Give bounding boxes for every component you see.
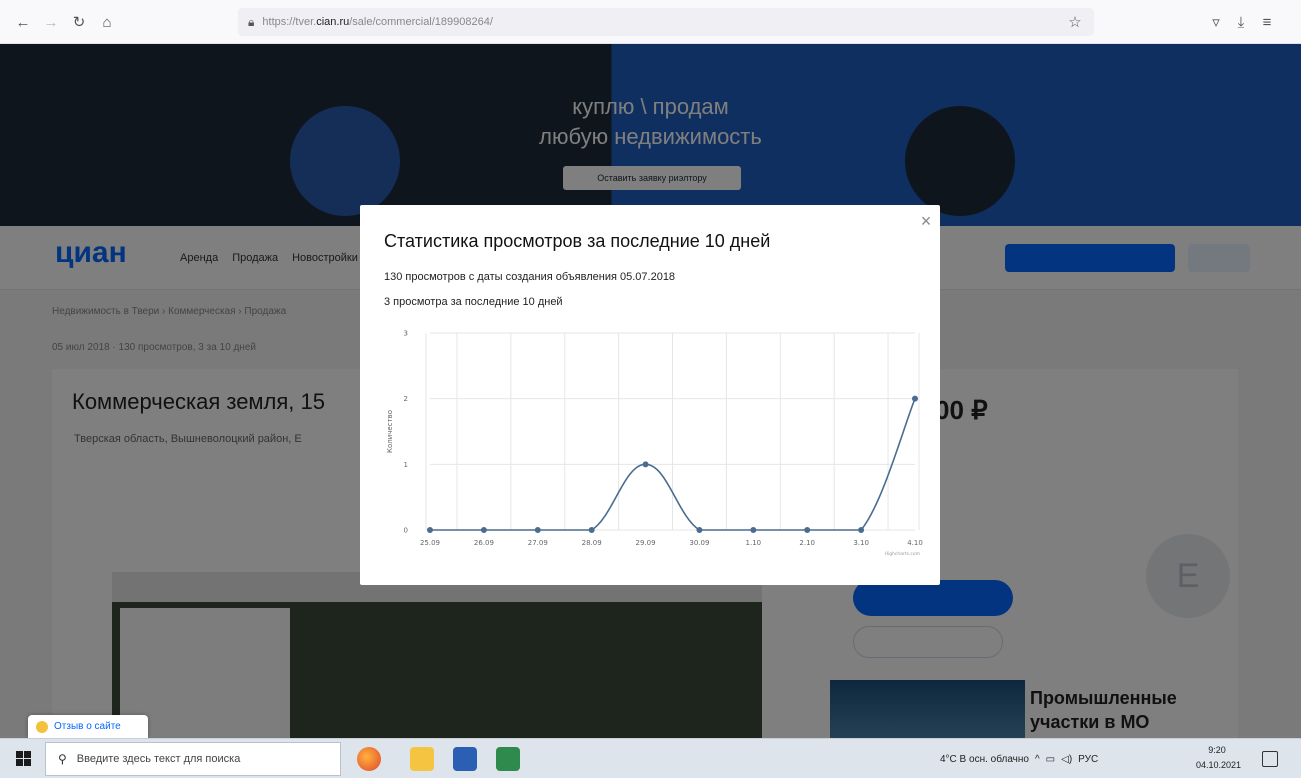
x-tick-label: 28.09: [582, 539, 602, 547]
y-axis-title: Количество: [386, 410, 394, 453]
data-point: [750, 527, 757, 533]
language-indicator[interactable]: РУС: [1078, 754, 1098, 765]
excel-icon[interactable]: [496, 747, 520, 771]
data-point: [427, 527, 433, 533]
modal-title: Статистика просмотров за последние 10 дн…: [384, 231, 771, 251]
data-point: [912, 395, 918, 402]
views-chart: 0 1 2 3 Количество 25.09 26.09 27.09 28.09 29.09 3…: [386, 330, 923, 558]
forward-icon[interactable]: →: [38, 9, 64, 35]
url-host: cian.ru: [316, 16, 350, 28]
x-tick-label: 25.09: [420, 539, 440, 547]
taskbar-search[interactable]: ⚲ Введите здесь текст для поиска: [45, 742, 341, 776]
reload-icon[interactable]: ↻: [66, 9, 92, 35]
data-point: [480, 527, 487, 533]
recent-views: 3 просмотра за последние 10 дней: [384, 296, 563, 308]
taskbar: ⚲ Введите здесь текст для поиска 4°C В о…: [0, 738, 1301, 778]
chart-credit: Highcharts.com: [885, 551, 920, 557]
x-tick-label: 3.10: [853, 539, 869, 547]
data-point: [858, 527, 865, 533]
clock-time: 9:20: [1208, 745, 1226, 755]
clock[interactable]: 9:20 04.10.2021: [1196, 743, 1242, 773]
y-tick-label: 1: [404, 461, 408, 469]
smile-icon: [36, 720, 48, 733]
windows-start-icon[interactable]: [16, 751, 32, 767]
search-placeholder: Введите здесь текст для поиска: [76, 753, 241, 765]
url-bar[interactable]: 🔒︎ https://tver. cian.ru/sale/commercial/…: [238, 8, 1094, 36]
data-point: [534, 527, 541, 533]
total-views: 130 просмотров с даты создания объявлени…: [384, 271, 676, 283]
file-explorer-icon[interactable]: [410, 747, 434, 771]
data-point: [642, 461, 649, 468]
clock-date: 04.10.2021: [1196, 760, 1242, 770]
x-tick-label: 29.09: [636, 539, 656, 547]
x-tick-label: 4.10: [907, 539, 923, 547]
close-icon[interactable]: ×: [917, 212, 935, 230]
home-icon[interactable]: ⌂: [94, 9, 120, 35]
network-icon[interactable]: ▭: [1046, 754, 1055, 765]
notification-icon[interactable]: [1262, 751, 1278, 767]
url-path: /sale/commercial/189908264/: [349, 16, 493, 28]
data-point: [696, 527, 703, 533]
weather-text[interactable]: 4°C В осн. облачно: [940, 754, 1029, 765]
back-icon[interactable]: ←: [10, 9, 36, 35]
y-tick-label: 2: [404, 395, 408, 403]
word-icon[interactable]: [453, 747, 477, 771]
url-prefix: https://tver.: [262, 16, 317, 28]
y-tick-label: 3: [404, 330, 408, 338]
x-tick-label: 27.09: [528, 539, 548, 547]
pocket-icon[interactable]: ▿: [1203, 9, 1229, 35]
chevron-up-icon[interactable]: ^: [1035, 754, 1040, 765]
search-icon: ⚲: [58, 752, 67, 766]
volume-icon[interactable]: ◁): [1061, 754, 1072, 765]
menu-icon[interactable]: ≡: [1254, 9, 1280, 35]
browser-toolbar: ← → ↻ ⌂ 🔒︎ https://tver. cian.ru/sale/com…: [0, 0, 1301, 44]
feedback-label: Отзыв о сайте: [54, 721, 121, 732]
x-tick-label: 2.10: [799, 539, 815, 547]
firefox-icon[interactable]: [357, 747, 381, 771]
bookmark-star-icon[interactable]: ☆: [1062, 9, 1088, 35]
lock-icon: 🔒︎: [248, 14, 255, 29]
x-tick-label: 1.10: [746, 539, 762, 547]
feedback-tab[interactable]: Отзыв о сайте: [28, 715, 148, 738]
downloads-icon[interactable]: ⤓: [1228, 9, 1254, 35]
data-point: [804, 527, 811, 533]
screen: ← → ↻ ⌂ 🔒︎ https://tver. cian.ru/sale/com…: [0, 0, 1301, 778]
data-point: [588, 527, 595, 533]
x-tick-label: 26.09: [474, 539, 494, 547]
x-tick-label: 30.09: [689, 539, 709, 547]
system-tray: 4°C В осн. облачно ^ ▭ ◁) РУС: [940, 739, 1098, 778]
y-tick-label: 0: [404, 527, 408, 535]
